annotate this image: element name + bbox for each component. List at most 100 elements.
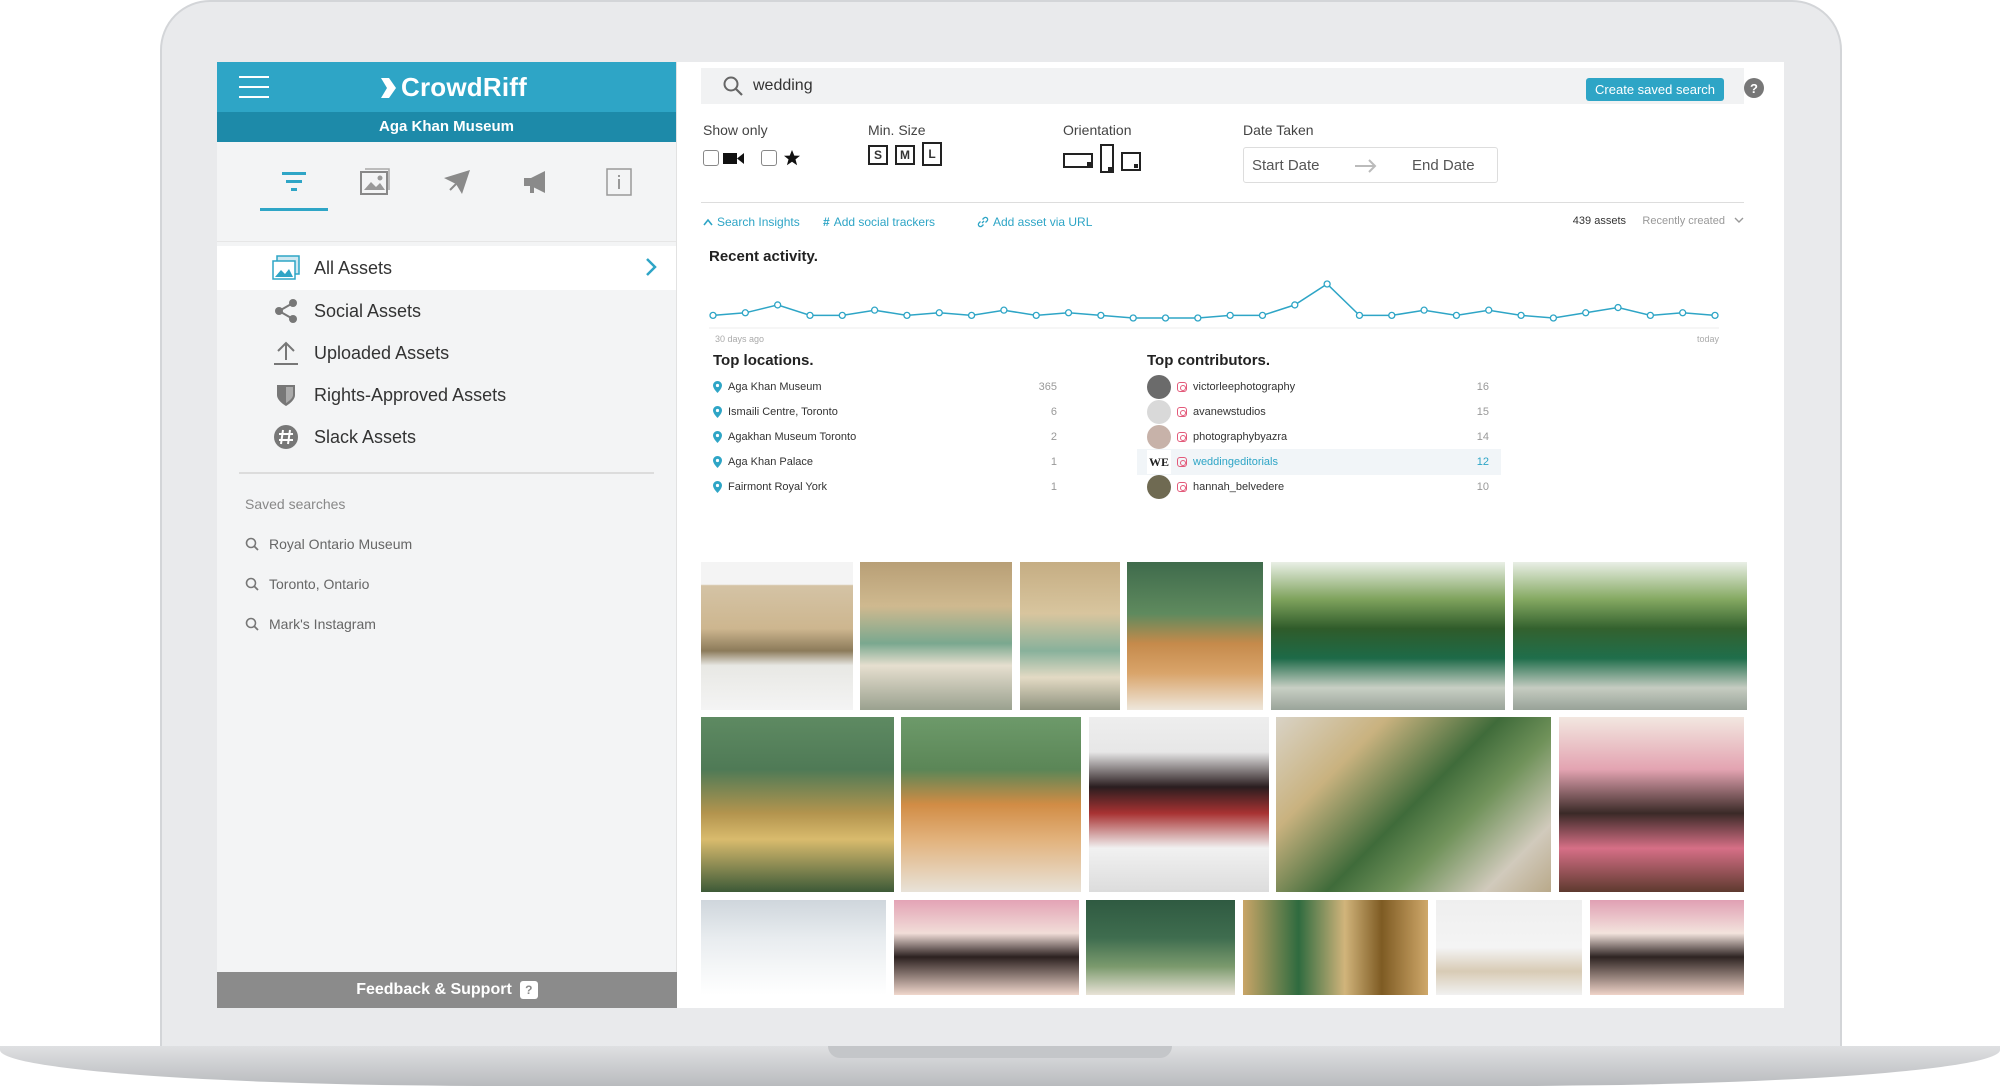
sparkline-point[interactable] [1000, 306, 1008, 314]
sparkline-point[interactable] [1517, 311, 1525, 320]
photo-green-banquet-1[interactable] [1271, 562, 1505, 710]
sparkline-point[interactable] [741, 309, 749, 317]
size-large-toggle[interactable]: L [922, 142, 942, 166]
sort-select[interactable]: Recently created [1642, 215, 1744, 227]
contributor-row[interactable]: WE weddingeditorials 12 [1137, 449, 1501, 475]
app-screen: CrowdRiff Aga Khan Museum All Assets Soc… [217, 62, 1784, 1008]
photo-couple-lanterns-1[interactable] [860, 562, 1012, 710]
sidebar-item-social-assets[interactable]: Social Assets [217, 290, 676, 332]
photo-dog-door-2[interactable] [901, 717, 1081, 892]
square-orientation-icon[interactable] [1121, 152, 1141, 172]
sparkline-point[interactable] [1064, 309, 1073, 317]
contributor-row[interactable]: photographybyazra 14 [1137, 424, 1501, 450]
location-pin-icon [713, 406, 722, 418]
portrait-orientation-icon[interactable] [1099, 144, 1115, 174]
sparkline-point[interactable] [967, 311, 976, 320]
sparkline-point[interactable] [1355, 311, 1364, 320]
sparkline-point[interactable] [1258, 311, 1267, 320]
sparkline-point[interactable] [1323, 280, 1331, 288]
sparkline-point[interactable] [1485, 306, 1493, 314]
sparkline-point[interactable] [1194, 314, 1202, 322]
saved-search-item[interactable]: Mark's Instagram [217, 604, 676, 644]
size-small-toggle[interactable]: S [868, 145, 888, 165]
sidebar-item-label: Social Assets [314, 300, 422, 321]
sparkline-point[interactable] [1388, 311, 1396, 320]
search-insights-toggle[interactable]: Search Insights [703, 215, 800, 229]
sparkline-point[interactable] [1097, 311, 1105, 320]
sparkline-point[interactable] [1646, 311, 1655, 320]
sidebar-item-uploaded-assets[interactable]: Uploaded Assets [217, 332, 676, 374]
featured-only-checkbox[interactable] [761, 150, 777, 166]
photo-banquet-overhead[interactable] [1276, 717, 1551, 892]
sparkline-point[interactable] [1161, 314, 1170, 322]
sparkline-point[interactable] [1711, 311, 1719, 320]
add-asset-url-link[interactable]: Add asset via URL [977, 215, 1092, 229]
create-saved-search-button[interactable]: Create saved search [1586, 78, 1724, 101]
sparkline-point[interactable] [1129, 314, 1137, 322]
sparkline-point[interactable] [1679, 309, 1687, 317]
org-name[interactable]: Aga Khan Museum [217, 112, 676, 142]
asset-count: 439 assets [1572, 215, 1626, 227]
recent-activity-title: Recent activity. [709, 248, 818, 265]
add-social-trackers-link[interactable]: # Add social trackers [823, 215, 935, 229]
location-row[interactable]: Agakhan Museum Toronto 2 [713, 424, 1057, 450]
contributor-row[interactable]: hannah_belvedere 10 [1137, 474, 1501, 500]
sparkline-point[interactable] [1452, 311, 1461, 320]
photo-dog-door-1[interactable] [1127, 562, 1263, 710]
sparkline-point[interactable] [773, 301, 782, 309]
end-date-field[interactable]: End Date [1412, 157, 1475, 174]
brand-logo[interactable]: CrowdRiff [379, 72, 527, 103]
filter-icon[interactable] [274, 162, 314, 202]
sidebar-item-slack-assets[interactable]: Slack Assets [217, 416, 676, 458]
size-medium-toggle[interactable]: M [895, 145, 915, 165]
help-icon[interactable]: ? [1744, 78, 1764, 98]
photo-green-banquet-2[interactable] [1513, 562, 1747, 710]
contributor-row[interactable]: avanewstudios 15 [1137, 399, 1501, 425]
photo-couple-lanterns-2[interactable] [1020, 562, 1120, 710]
contributor-count: 16 [1476, 381, 1489, 393]
video-only-checkbox[interactable] [703, 150, 719, 166]
saved-search-item[interactable]: Toronto, Ontario [217, 564, 676, 604]
sidebar-item-rights-approved[interactable]: Rights-Approved Assets [217, 374, 676, 416]
photo-couple-blossom-2[interactable] [1590, 900, 1744, 995]
paper-plane-icon[interactable] [437, 162, 477, 202]
sparkline-point[interactable] [1582, 309, 1590, 317]
sparkline-point[interactable] [903, 311, 911, 320]
start-date-field[interactable]: Start Date [1252, 157, 1320, 174]
photo-snow-walk[interactable] [701, 900, 886, 995]
photo-couple-blossom[interactable] [894, 900, 1079, 995]
sparkline-point[interactable] [806, 311, 814, 320]
sparkline-point[interactable] [838, 311, 846, 320]
search-input[interactable] [753, 77, 1353, 95]
location-row[interactable]: Ismaili Centre, Toronto 6 [713, 399, 1057, 425]
megaphone-icon[interactable] [517, 162, 557, 202]
sparkline-point[interactable] [935, 309, 943, 317]
photo-gold-door-display[interactable] [701, 717, 894, 892]
feedback-support-button[interactable]: Feedback & Support ? [217, 972, 677, 1008]
saved-search-item[interactable]: Royal Ontario Museum [217, 524, 676, 564]
sparkline-point[interactable] [1614, 303, 1622, 312]
sparkline-point[interactable] [1291, 301, 1299, 309]
image-icon[interactable] [355, 162, 395, 202]
photo-couple-flowers[interactable] [1559, 717, 1744, 892]
location-row[interactable]: Aga Khan Museum 365 [713, 374, 1057, 400]
contributor-row[interactable]: victorleephotography 16 [1137, 374, 1501, 400]
sparkline-point[interactable] [1420, 306, 1428, 314]
photo-groom-white[interactable] [1436, 900, 1582, 995]
landscape-orientation-icon[interactable] [1063, 152, 1093, 170]
sparkline-point[interactable] [709, 311, 717, 320]
sidebar-item-all-assets[interactable]: All Assets [217, 246, 676, 290]
info-icon[interactable] [599, 162, 639, 202]
location-row[interactable]: Aga Khan Palace 1 [713, 449, 1057, 475]
photo-lanterns-table[interactable] [701, 562, 853, 710]
hamburger-menu-icon[interactable] [239, 76, 269, 98]
photo-lion-dance-couple[interactable] [1089, 717, 1269, 892]
photo-green-door[interactable] [1086, 900, 1235, 995]
photo-shoes-lattice[interactable] [1243, 900, 1428, 995]
sparkline-point[interactable] [1032, 311, 1040, 320]
sparkline-point[interactable] [870, 306, 879, 314]
sparkline-point[interactable] [1549, 314, 1558, 322]
sparkline-point[interactable] [1226, 311, 1234, 320]
location-row[interactable]: Fairmont Royal York 1 [713, 474, 1057, 500]
show-only-label: Show only [703, 122, 768, 138]
